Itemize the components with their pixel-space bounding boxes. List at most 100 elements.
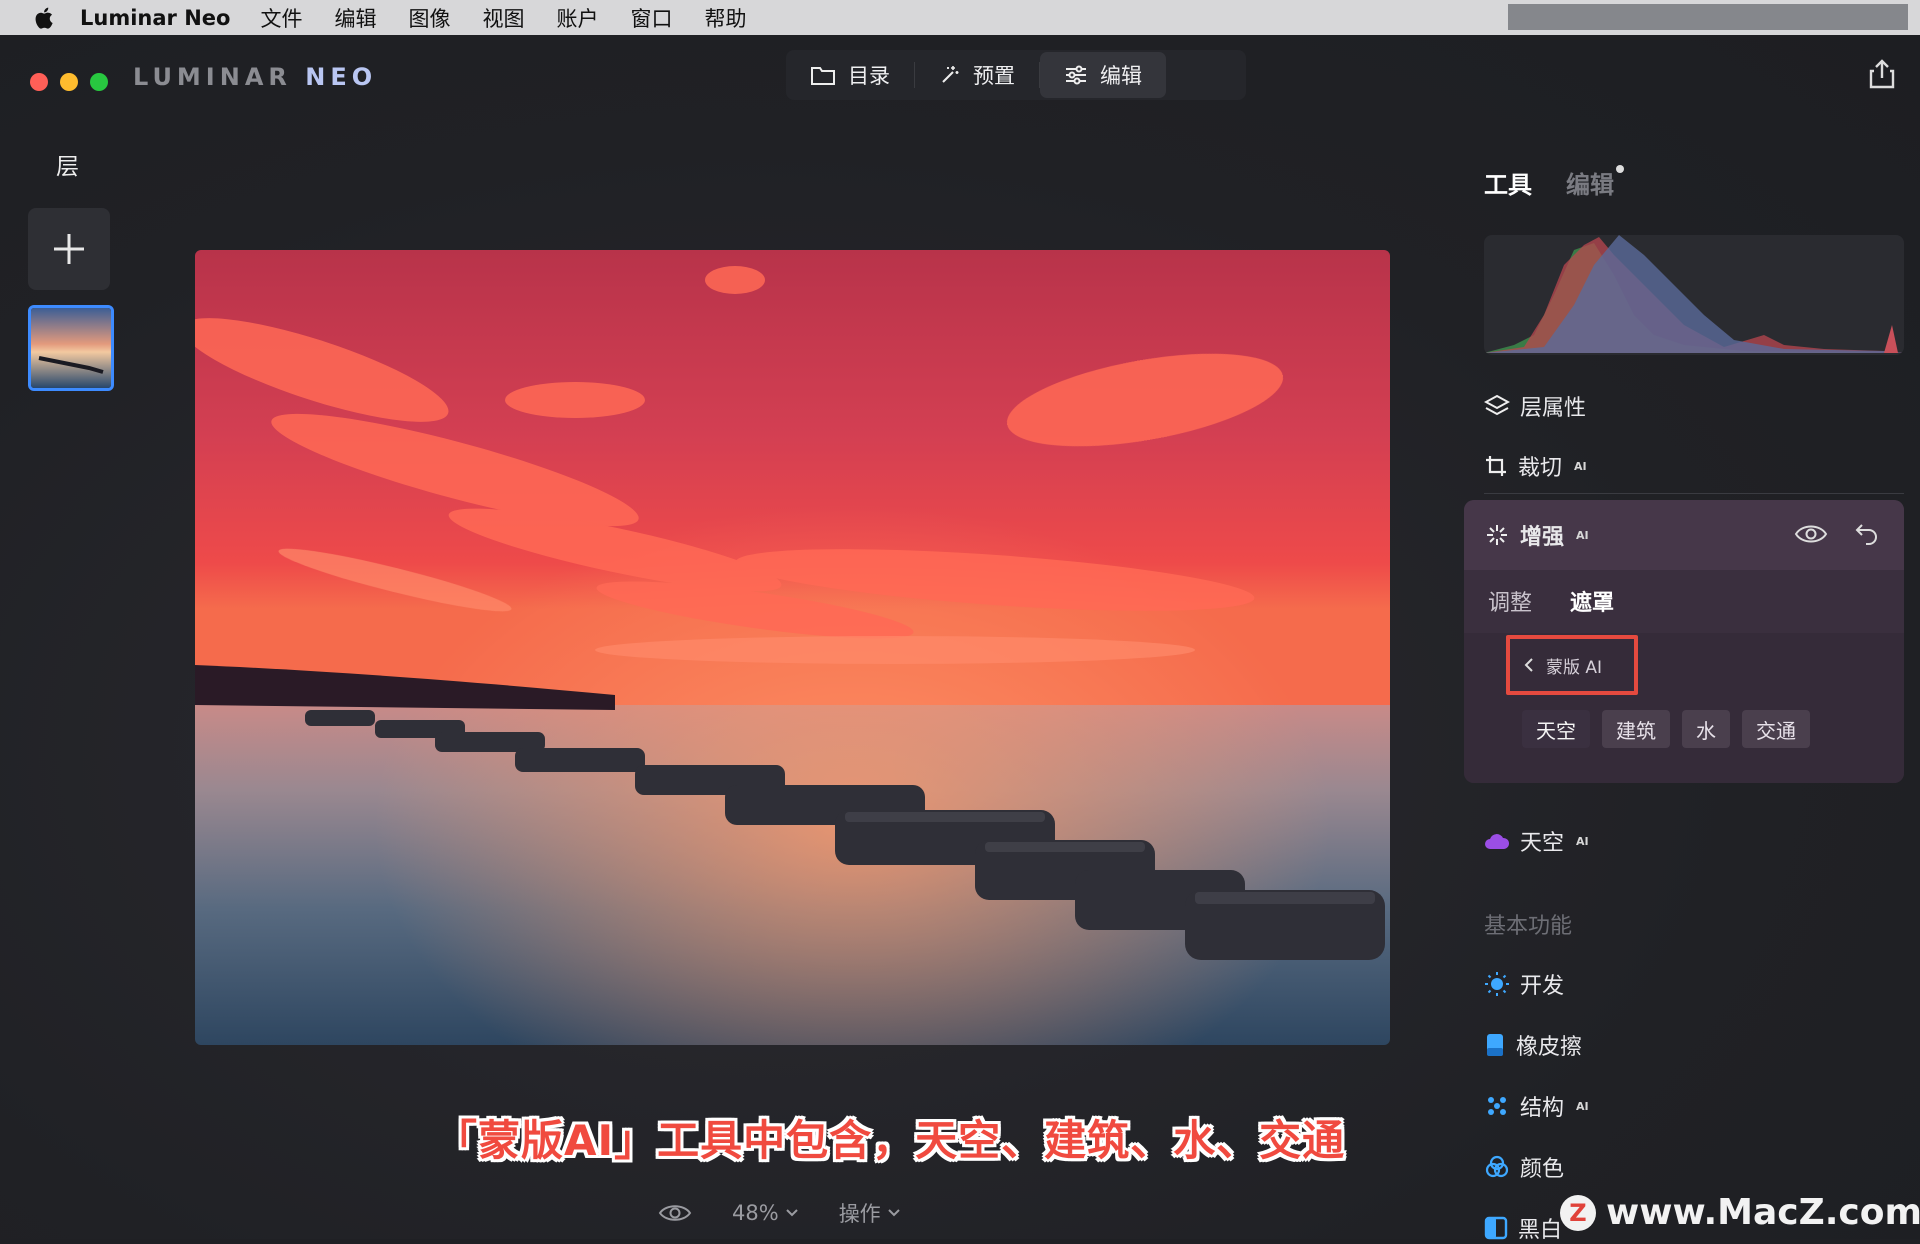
sliders-icon	[1066, 65, 1086, 85]
watermark: Z www.MacZ.com	[1560, 1192, 1920, 1233]
menu-edit[interactable]: 编辑	[334, 3, 376, 33]
app-window: LUMINAR NEO 目录 预置 编辑 层 「蒙版AI」工具中包含，天空、建筑…	[0, 35, 1920, 1243]
ai-badge: AI	[1576, 834, 1589, 848]
canvas-bottom-bar: 48% 操作	[658, 1198, 901, 1228]
tool-eraser[interactable]: 橡皮擦	[1484, 1029, 1582, 1061]
enhance-tool-card: 增强 AI 调整 遮罩 蒙版 AI 天空 建筑 水 交通	[1464, 500, 1904, 783]
right-panel-tabs: 工具 编辑	[1484, 165, 1624, 200]
tab-catalog-label: 目录	[848, 64, 890, 88]
logo-neo: NEO	[305, 63, 378, 91]
sparkle-icon	[1487, 525, 1507, 545]
color-label: 颜色	[1520, 1157, 1565, 1182]
develop-label: 开发	[1520, 974, 1565, 999]
bw-icon	[1484, 1216, 1508, 1240]
photo-canvas[interactable]	[195, 250, 1390, 1045]
enhance-header[interactable]: 增强 AI	[1464, 500, 1904, 570]
mask-ai-back-button[interactable]: 蒙版 AI	[1506, 635, 1638, 695]
menu-file[interactable]: 文件	[260, 3, 302, 33]
tool-color[interactable]: 颜色	[1484, 1151, 1564, 1183]
tool-develop[interactable]: 开发	[1484, 968, 1564, 1000]
layer-properties-label: 层属性	[1520, 396, 1587, 421]
menu-image[interactable]: 图像	[408, 3, 450, 33]
tab-edits[interactable]: 编辑	[1566, 165, 1624, 200]
tool-layer-properties[interactable]: 层属性	[1484, 390, 1586, 422]
zoom-value: 48%	[732, 1201, 779, 1225]
mask-ai-options: 天空 建筑 水 交通	[1522, 710, 1810, 748]
structure-label: 结构	[1520, 1096, 1565, 1121]
bw-label: 黑白	[1518, 1218, 1563, 1243]
menu-account[interactable]: 账户	[556, 3, 598, 33]
ai-badge: AI	[1574, 459, 1587, 473]
menubar-status-area	[1508, 4, 1908, 30]
crop-label: 裁切	[1518, 456, 1563, 481]
subtab-adjust[interactable]: 调整	[1488, 585, 1532, 617]
mask-ai-label: 蒙版 AI	[1546, 657, 1603, 678]
mac-menubar: Luminar Neo 文件 编辑 图像 视图 账户 窗口 帮助	[0, 0, 1920, 35]
watermark-text: www.MacZ.com	[1606, 1192, 1920, 1233]
tab-tools[interactable]: 工具	[1484, 165, 1532, 200]
crop-icon	[1486, 456, 1506, 476]
magic-wand-icon	[942, 66, 959, 83]
layer-thumbnail-image	[31, 308, 111, 388]
mask-chip-sky[interactable]: 天空	[1522, 710, 1590, 748]
sky-label: 天空	[1520, 831, 1565, 856]
tab-presets[interactable]: 预置	[915, 52, 1039, 98]
enhance-title: 增强	[1520, 525, 1565, 550]
histogram-graph	[1484, 235, 1904, 353]
eraser-icon	[1487, 1034, 1503, 1056]
color-circles-icon	[1485, 1155, 1509, 1178]
eraser-label: 橡皮擦	[1516, 1035, 1583, 1060]
enhance-subtabs: 调整 遮罩	[1488, 585, 1614, 617]
actions-dropdown[interactable]: 操作	[839, 1198, 901, 1228]
sunset-seascape-image	[195, 250, 1390, 1045]
tab-presets-label: 预置	[973, 64, 1015, 88]
tool-crop[interactable]: 裁切 AI	[1484, 450, 1587, 482]
plus-icon	[54, 234, 84, 264]
undo-icon[interactable]	[1854, 520, 1880, 546]
sun-icon	[1485, 972, 1509, 996]
eye-icon[interactable]	[658, 1202, 692, 1224]
cloud-icon	[1485, 834, 1510, 849]
histogram	[1484, 235, 1904, 355]
tool-structure[interactable]: 结构 AI	[1484, 1090, 1589, 1122]
folder-icon	[811, 67, 835, 85]
app-logo: LUMINAR NEO	[133, 63, 377, 91]
tutorial-caption: 「蒙版AI」工具中包含，天空、建筑、水、交通	[435, 1116, 1346, 1165]
add-layer-button[interactable]	[28, 208, 110, 290]
zoom-window-button[interactable]	[90, 73, 108, 91]
menu-window[interactable]: 窗口	[630, 3, 672, 33]
tool-sky[interactable]: 天空 AI	[1484, 825, 1589, 857]
ai-badge: AI	[1576, 528, 1589, 542]
menu-help[interactable]: 帮助	[704, 3, 746, 33]
top-navigation: 目录 预置 编辑	[786, 50, 1246, 100]
mask-chip-architecture[interactable]: 建筑	[1602, 710, 1670, 748]
apple-icon[interactable]	[32, 5, 58, 31]
subtab-mask[interactable]: 遮罩	[1570, 585, 1614, 617]
tab-edit[interactable]: 编辑	[1040, 52, 1166, 98]
panel-divider	[1484, 493, 1904, 494]
close-window-button[interactable]	[30, 73, 48, 91]
share-icon[interactable]	[1868, 59, 1896, 89]
mask-chip-transport[interactable]: 交通	[1742, 710, 1810, 748]
layer-thumbnail[interactable]	[28, 305, 114, 391]
logo-luminar: LUMINAR	[133, 63, 306, 91]
tab-catalog[interactable]: 目录	[786, 52, 914, 98]
layers-icon	[1484, 394, 1510, 416]
minimize-window-button[interactable]	[60, 73, 78, 91]
ai-badge: AI	[1576, 1099, 1589, 1113]
chevron-down-icon	[785, 1209, 798, 1217]
menu-view[interactable]: 视图	[482, 3, 524, 33]
tool-black-white[interactable]: 黑白	[1484, 1212, 1562, 1244]
eye-icon[interactable]	[1794, 522, 1828, 546]
mask-chip-water[interactable]: 水	[1682, 710, 1730, 748]
zoom-dropdown[interactable]: 48%	[732, 1201, 799, 1225]
window-controls	[30, 73, 108, 91]
watermark-logo: Z	[1560, 1194, 1596, 1231]
section-basic: 基本功能	[1484, 914, 1573, 939]
tab-edit-label: 编辑	[1100, 64, 1142, 88]
layers-title: 层	[56, 154, 79, 180]
menubar-app-name[interactable]: Luminar Neo	[80, 6, 230, 30]
chevron-left-icon	[1524, 658, 1533, 672]
chevron-down-icon	[887, 1209, 900, 1217]
structure-icon	[1488, 1097, 1506, 1115]
